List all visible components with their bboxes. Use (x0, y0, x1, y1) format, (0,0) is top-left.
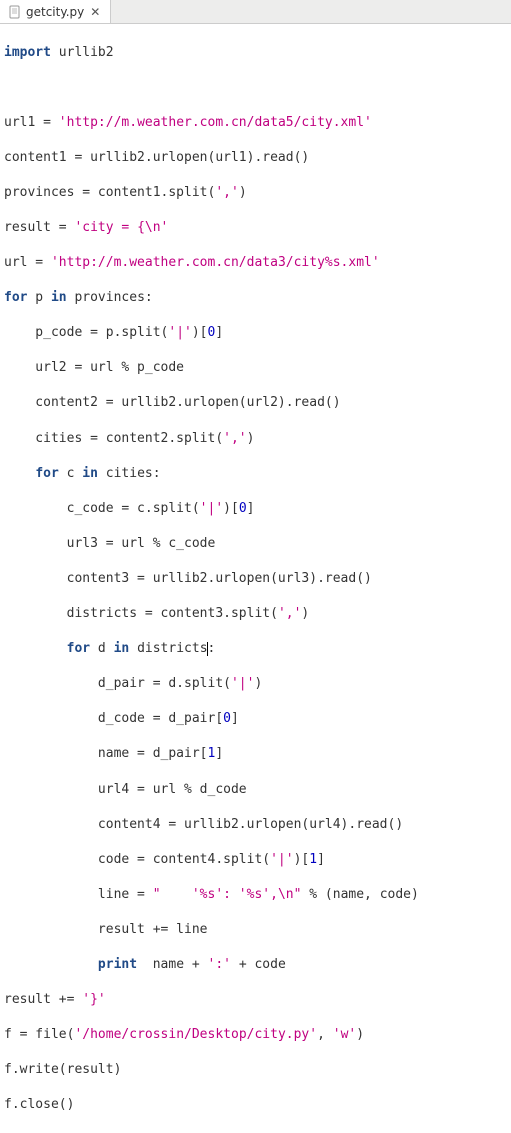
code-text: provinces = content1.split( (4, 185, 215, 200)
code-text: cities = content2.split( (4, 431, 223, 446)
code-text: name + (137, 957, 207, 972)
code-text: content3 = urllib2.urlopen(url3).read() (4, 571, 372, 586)
code-text: line = (4, 887, 153, 902)
number-literal: 1 (309, 852, 317, 867)
code-text: url = (4, 255, 51, 270)
string-literal: '|' (231, 676, 254, 691)
string-literal: ',' (223, 431, 246, 446)
kw-in: in (82, 466, 98, 481)
code-text: ] (215, 325, 223, 340)
string-literal: " '%s': '%s',\n" (153, 887, 302, 902)
code-text: districts (129, 641, 207, 656)
code-text: d (90, 641, 113, 656)
code-text (4, 641, 67, 656)
file-icon (8, 5, 22, 19)
kw-import: import (4, 45, 51, 60)
code-text: : (208, 641, 216, 656)
code-text: url2 = url % p_code (4, 360, 184, 375)
code-text: result = (4, 220, 74, 235)
kw-for: for (4, 290, 27, 305)
code-text (4, 466, 35, 481)
code-text (4, 957, 98, 972)
string-literal: ':' (208, 957, 231, 972)
code-text: ) (356, 1027, 364, 1042)
code-text: content1 = urllib2.urlopen(url1).read() (4, 150, 309, 165)
code-text: c (59, 466, 82, 481)
code-text: ] (317, 852, 325, 867)
module-name: urllib2 (59, 45, 114, 60)
code-text: ) (254, 676, 262, 691)
tab-filename: getcity.py (26, 5, 84, 19)
string-literal: '|' (168, 325, 191, 340)
code-text: f.close() (4, 1097, 74, 1112)
code-text: % (name, code) (301, 887, 418, 902)
code-text: d_pair = d.split( (4, 676, 231, 691)
kw-in: in (114, 641, 130, 656)
code-text: result += line (4, 922, 208, 937)
kw-for: for (35, 466, 58, 481)
code-text: p (27, 290, 50, 305)
code-text: ] (247, 501, 255, 516)
code-text: )[ (294, 852, 310, 867)
string-literal: '|' (200, 501, 223, 516)
string-literal: 'w' (333, 1027, 356, 1042)
code-text: f = file( (4, 1027, 74, 1042)
code-text: content4 = urllib2.urlopen(url4).read() (4, 817, 403, 832)
number-literal: 1 (208, 746, 216, 761)
code-text: ] (231, 711, 239, 726)
code-text: , (317, 1027, 333, 1042)
code-text: + code (231, 957, 286, 972)
code-text: result += (4, 992, 82, 1007)
string-literal: 'city = {\n' (74, 220, 168, 235)
code-text: )[ (192, 325, 208, 340)
code-text: f.write(result) (4, 1062, 121, 1077)
string-literal: ',' (215, 185, 238, 200)
kw-for: for (67, 641, 90, 656)
close-icon[interactable]: ✕ (88, 5, 102, 19)
code-text: code = content4.split( (4, 852, 270, 867)
code-text: url4 = url % d_code (4, 782, 247, 797)
string-literal: 'http://m.weather.com.cn/data3/city%s.xm… (51, 255, 380, 270)
tab-bar: getcity.py ✕ (0, 0, 511, 24)
code-text: provinces: (67, 290, 153, 305)
file-tab[interactable]: getcity.py ✕ (0, 0, 111, 23)
code-text: url3 = url % c_code (4, 536, 215, 551)
code-text: p_code = p.split( (4, 325, 168, 340)
number-literal: 0 (223, 711, 231, 726)
code-text: ) (239, 185, 247, 200)
code-text: url1 = (4, 115, 59, 130)
code-text: )[ (223, 501, 239, 516)
string-literal: '|' (270, 852, 293, 867)
kw-in: in (51, 290, 67, 305)
code-text: content2 = urllib2.urlopen(url2).read() (4, 395, 341, 410)
number-literal: 0 (239, 501, 247, 516)
string-literal: '}' (82, 992, 105, 1007)
code-text: name = d_pair[ (4, 746, 208, 761)
string-literal: '/home/crossin/Desktop/city.py' (74, 1027, 317, 1042)
code-text: ] (215, 746, 223, 761)
code-text: ) (247, 431, 255, 446)
code-editor[interactable]: import urllib2 url1 = 'http://m.weather.… (0, 24, 511, 1133)
code-text: d_code = d_pair[ (4, 711, 223, 726)
code-text: c_code = c.split( (4, 501, 200, 516)
code-text: cities: (98, 466, 161, 481)
kw-print: print (98, 957, 137, 972)
string-literal: 'http://m.weather.com.cn/data5/city.xml' (59, 115, 372, 130)
